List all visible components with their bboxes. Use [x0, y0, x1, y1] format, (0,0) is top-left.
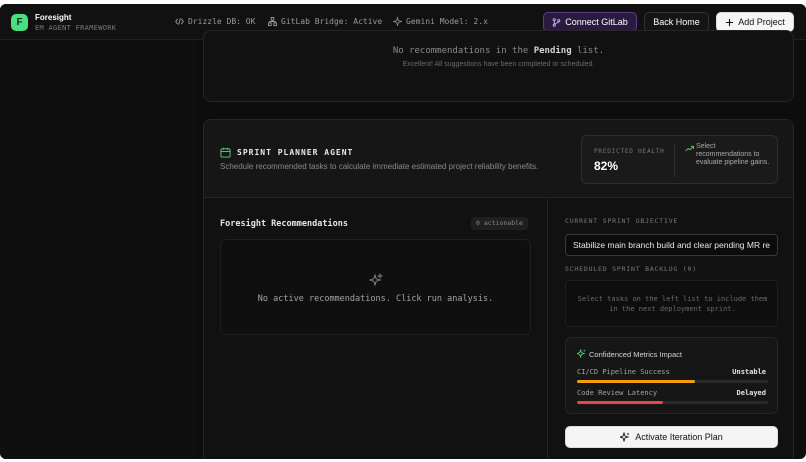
- recommendations-empty-message: No active recommendations. Click run ana…: [257, 294, 494, 304]
- recommendations-pane: Foresight Recommendations 0 actionable N…: [204, 199, 547, 459]
- activate-iteration-plan-button[interactable]: Activate Iteration Plan: [565, 426, 778, 448]
- sidebar: [0, 40, 196, 459]
- backlog-label: SCHEDULED SPRINT BACKLOG (0): [565, 265, 697, 273]
- sparkles-icon: [577, 349, 586, 358]
- sprint-planner-card: SPRINT PLANNER AGENT Schedule recommende…: [203, 119, 794, 459]
- network-icon: [268, 17, 277, 26]
- metric-name: Code Review Latency: [577, 389, 658, 397]
- code-icon: [175, 18, 184, 25]
- status-gitlab: GitLab Bridge: Active: [268, 17, 382, 26]
- activate-iteration-plan-label: Activate Iteration Plan: [635, 432, 723, 442]
- predicted-health-value: 82%: [594, 159, 619, 173]
- plus-icon: [726, 18, 734, 26]
- metric-bar-track: [577, 401, 768, 404]
- sparkle-icon: [393, 17, 402, 26]
- recommendations-title: Foresight Recommendations: [220, 219, 348, 229]
- recommendations-empty-state: No active recommendations. Click run ana…: [220, 239, 531, 335]
- predicted-health-label: PREDICTED HEALTH: [594, 148, 665, 155]
- sparkles-icon: [620, 432, 630, 442]
- connect-gitlab-button[interactable]: Connect GitLab: [543, 12, 637, 32]
- sprint-planner-header: SPRINT PLANNER AGENT Schedule recommende…: [204, 120, 793, 198]
- pending-empty-message: No recommendations in the Pending list.: [204, 46, 793, 56]
- sprint-config-pane: CURRENT SPRINT OBJECTIVE SCHEDULED SPRIN…: [547, 199, 793, 459]
- sprint-planner-description: Schedule recommended tasks to calculate …: [220, 162, 539, 171]
- app-logo[interactable]: F: [11, 14, 28, 31]
- actionable-count-badge: 0 actionable: [471, 217, 528, 230]
- metrics-impact-panel: Confidenced Metrics Impact CI/CD Pipelin…: [565, 337, 778, 414]
- status-model: Gemini Model: 2.x: [393, 17, 488, 26]
- metrics-impact-title: Confidenced Metrics Impact: [589, 350, 682, 359]
- metric-bar-fill: [577, 380, 696, 383]
- metric-status: Unstable: [732, 368, 766, 376]
- add-project-button[interactable]: Add Project: [716, 12, 794, 32]
- sprint-backlog-dropzone[interactable]: Select tasks on the left list to include…: [565, 280, 778, 327]
- predicted-health-note: Select recommendations to evaluate pipel…: [696, 143, 770, 166]
- sprint-objective-input[interactable]: [565, 234, 778, 256]
- git-branch-icon: [552, 17, 561, 27]
- metric-name: CI/CD Pipeline Success: [577, 368, 670, 376]
- metric-status: Delayed: [736, 389, 766, 397]
- pending-empty-sub: Excellent! All suggestions have been com…: [402, 61, 595, 68]
- add-project-label: Add Project: [738, 17, 785, 27]
- pending-bold: Pending: [533, 46, 572, 56]
- predicted-health-panel: PREDICTED HEALTH 82% Select recommendati…: [581, 135, 778, 184]
- status-gitlab-label: GitLab Bridge: Active: [281, 17, 383, 26]
- health-divider: [674, 144, 675, 177]
- metric-bar-fill: [577, 401, 663, 404]
- status-db-label: Drizzle DB: OK: [188, 17, 256, 26]
- calendar-icon: [220, 147, 231, 158]
- status-model-label: Gemini Model: 2.x: [406, 17, 488, 26]
- status-db: Drizzle DB: OK: [175, 17, 255, 26]
- app-subtitle: EM AGENT FRAMEWORK: [35, 24, 117, 32]
- pending-prefix: No recommendations in the: [392, 46, 534, 56]
- pending-suffix: list.: [571, 46, 605, 56]
- pending-card: No recommendations in the Pending list. …: [203, 30, 794, 102]
- back-home-button[interactable]: Back Home: [644, 12, 709, 32]
- app-name: Foresight: [35, 13, 72, 22]
- metric-bar-track: [577, 380, 768, 383]
- trending-up-icon: [685, 145, 694, 152]
- back-home-label: Back Home: [653, 17, 700, 27]
- backlog-empty-message: Select tasks on the left list to include…: [577, 295, 768, 313]
- sprint-planner-title: SPRINT PLANNER AGENT: [237, 148, 354, 157]
- app-window: F Foresight EM AGENT FRAMEWORK Drizzle D…: [0, 4, 806, 459]
- objective-label: CURRENT SPRINT OBJECTIVE: [565, 217, 679, 225]
- connect-gitlab-label: Connect GitLab: [565, 17, 628, 27]
- sparkles-icon: [369, 273, 383, 287]
